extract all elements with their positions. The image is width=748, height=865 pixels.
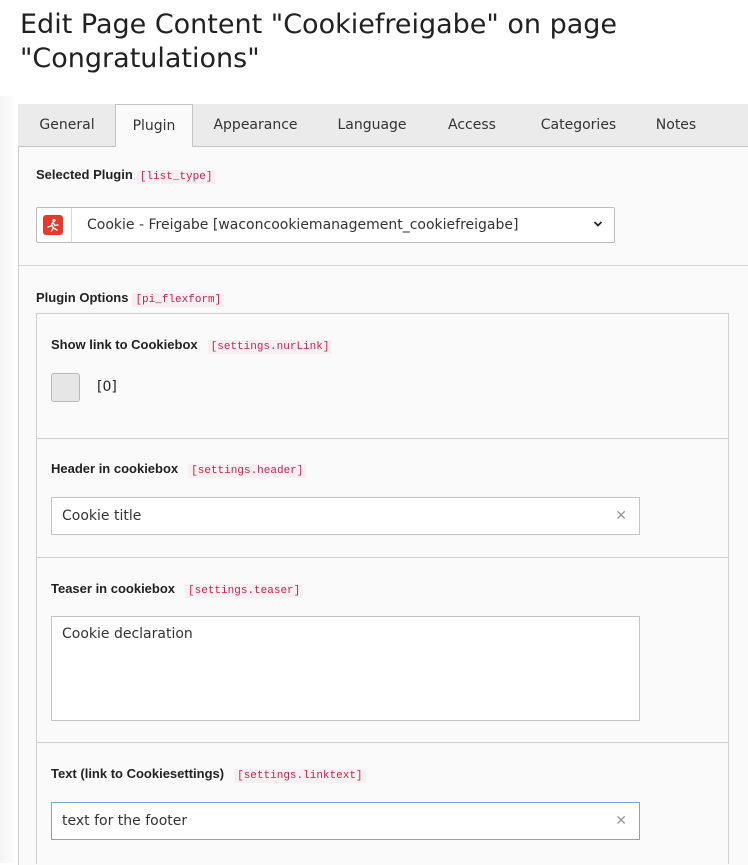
header-input[interactable]: Cookie title ✕ <box>51 497 640 535</box>
clear-icon[interactable]: ✕ <box>615 498 627 534</box>
plugin-icon <box>43 215 63 235</box>
teaser-textarea-value: Cookie declaration <box>62 626 193 642</box>
clear-icon[interactable]: ✕ <box>615 803 627 839</box>
tab-plugin[interactable]: Plugin <box>115 104 193 147</box>
show-link-label-text: Show link to Cookiebox <box>51 337 198 352</box>
field-code-teaser: [settings.teaser] <box>185 584 304 598</box>
linktext-input[interactable]: text for the footer ✕ <box>51 802 640 840</box>
field-code-header: [settings.header] <box>188 464 307 478</box>
tab-appearance[interactable]: Appearance <box>199 104 312 146</box>
select-divider <box>71 208 72 242</box>
header-label: Header in cookiebox [settings.header] <box>51 461 307 478</box>
section-divider <box>18 265 748 266</box>
linktext-label-text: Text (link to Cookiesettings) <box>51 766 225 781</box>
header-input-value: Cookie title <box>62 508 142 524</box>
selected-plugin-label-text: Selected Plugin <box>36 167 133 182</box>
linktext-label: Text (link to Cookiesettings) [settings.l… <box>51 766 366 783</box>
option-divider <box>36 438 729 439</box>
header-label-text: Header in cookiebox <box>51 461 179 476</box>
left-shadow <box>0 96 14 863</box>
tab-notes[interactable]: Notes <box>642 104 710 146</box>
page-title: Edit Page Content "Cookiefreigabe" on pa… <box>20 9 618 74</box>
field-code-linktext: [settings.linktext] <box>234 769 366 783</box>
plugin-select[interactable]: Cookie - Freigabe [waconcookiemanagement… <box>36 207 615 243</box>
plugin-options-label: Plugin Options [pi_flexform] <box>36 290 225 307</box>
tab-bar: General Plugin Appearance Language Acces… <box>18 104 748 147</box>
teaser-label-text: Teaser in cookiebox <box>51 581 176 596</box>
tab-language[interactable]: Language <box>322 104 422 146</box>
show-link-checkbox[interactable] <box>51 373 80 402</box>
tab-access[interactable]: Access <box>432 104 512 146</box>
option-divider <box>36 557 729 558</box>
show-link-label: Show link to Cookiebox [settings.nurLink] <box>51 337 333 354</box>
field-code-list-type: [list_type] <box>136 170 216 184</box>
field-code-pi-flexform: [pi_flexform] <box>132 293 225 307</box>
option-divider <box>36 742 729 743</box>
tab-general[interactable]: General <box>26 104 108 146</box>
plugin-options-label-text: Plugin Options <box>36 290 129 305</box>
show-link-value: [0] <box>97 379 117 395</box>
linktext-input-value: text for the footer <box>62 813 188 829</box>
chevron-down-icon <box>594 221 602 227</box>
selected-plugin-label: Selected Plugin [list_type] <box>36 167 216 184</box>
teaser-textarea[interactable]: Cookie declaration <box>51 616 640 721</box>
field-code-nurlink: [settings.nurLink] <box>207 340 333 354</box>
plugin-select-value: Cookie - Freigabe [waconcookiemanagement… <box>87 217 519 233</box>
tab-categories[interactable]: Categories <box>523 104 634 146</box>
teaser-label: Teaser in cookiebox [settings.teaser] <box>51 581 304 598</box>
